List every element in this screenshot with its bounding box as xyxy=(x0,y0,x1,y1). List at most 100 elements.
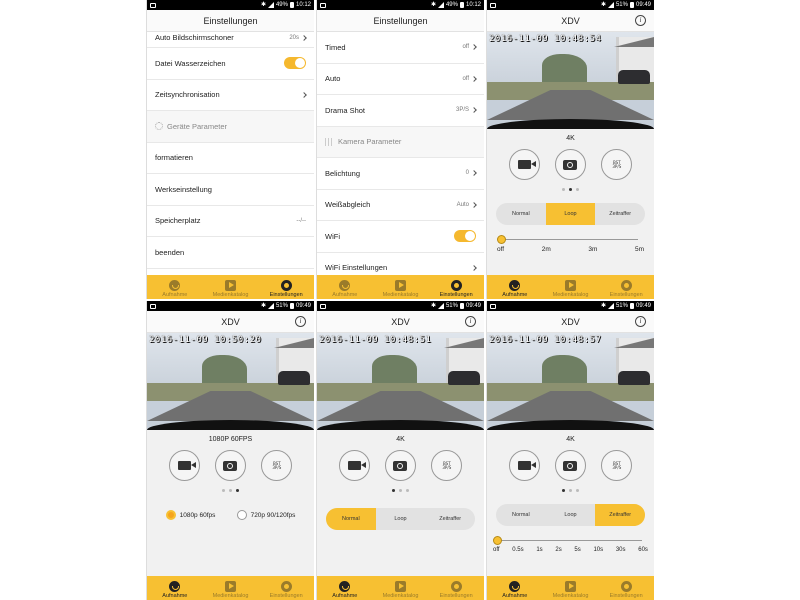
tab-label: Aufnahme xyxy=(332,593,358,599)
wifi-toggle[interactable] xyxy=(454,230,476,243)
slider-track xyxy=(497,540,642,541)
page-dot-active[interactable] xyxy=(569,188,572,191)
page-dot[interactable] xyxy=(222,489,225,492)
settings-list: Auto Bildschirmschoner 20s Datei Wasserz… xyxy=(147,32,314,275)
tab-media[interactable]: Medienkatalog xyxy=(203,275,259,299)
slider-label: off xyxy=(497,246,505,253)
tab-record[interactable]: Aufnahme xyxy=(147,576,203,600)
setting-label: formatieren xyxy=(155,153,193,163)
status-bar: ✱ 51% 09:49 xyxy=(487,301,654,311)
tab-record[interactable]: Aufnahme xyxy=(487,576,543,600)
video-record-button[interactable] xyxy=(168,450,200,481)
setting-white-balance[interactable]: Weißabgleich Auto xyxy=(317,189,484,221)
page-dot-active[interactable] xyxy=(392,489,395,492)
setting-label: Auto Bildschirmschoner xyxy=(155,33,234,42)
photo-button[interactable] xyxy=(554,149,586,180)
loop-duration-slider[interactable]: off 2m 3m 5m xyxy=(497,235,644,255)
photo-button[interactable] xyxy=(384,450,416,481)
signal-icon xyxy=(267,2,274,8)
tab-settings[interactable]: Einstellungen xyxy=(428,275,484,299)
page-dot[interactable] xyxy=(576,489,579,492)
tab-settings[interactable]: Einstellungen xyxy=(428,576,484,600)
photo-button[interactable] xyxy=(214,450,246,481)
mode-loop[interactable]: Loop xyxy=(546,504,596,526)
fps-option-720p[interactable]: 720p 90/120fps xyxy=(236,510,295,520)
tab-media[interactable]: Medienkatalog xyxy=(543,576,599,600)
tab-record[interactable]: Aufnahme xyxy=(317,275,373,299)
watermark-toggle[interactable] xyxy=(284,57,306,70)
tab-settings[interactable]: Einstellungen xyxy=(258,275,314,299)
video-record-button[interactable] xyxy=(508,149,540,180)
timelapse-interval-slider[interactable]: off 0.5s 1s 2s 5s 10s 30s 60s xyxy=(493,536,648,556)
mode-loop[interactable]: Loop xyxy=(545,203,596,225)
video-record-button[interactable] xyxy=(338,450,370,481)
bluetooth-icon: ✱ xyxy=(430,303,436,309)
info-icon[interactable]: i xyxy=(635,316,646,327)
preview-car xyxy=(618,371,650,385)
radio-label: 1080p 60fps xyxy=(179,511,216,519)
tab-settings[interactable]: Einstellungen xyxy=(258,576,314,600)
setting-time-sync[interactable]: Zeitsynchronisation xyxy=(147,79,314,111)
video-record-button[interactable] xyxy=(508,450,540,481)
setting-quit[interactable]: beenden xyxy=(147,237,314,269)
capture-buttons: BST 3P/S xyxy=(147,450,314,481)
page-dot-active[interactable] xyxy=(562,489,565,492)
burst-button[interactable]: BST 3P/S xyxy=(601,450,633,481)
tab-media[interactable]: Medienkatalog xyxy=(203,576,259,600)
slider-label: 1s xyxy=(536,547,543,553)
camera-screen-loop: ✱ 51% 09:49 XDV i 2016-11-09 10:48:54 4K … xyxy=(486,0,654,299)
setting-wifi-settings[interactable]: WiFi Einstellungen xyxy=(317,252,484,275)
mode-normal[interactable]: Normal xyxy=(496,504,546,526)
tab-settings[interactable]: Einstellungen xyxy=(598,275,654,299)
status-bar: ✱ 49% 10:12 xyxy=(147,0,314,10)
tab-media[interactable]: Medienkatalog xyxy=(543,275,599,299)
burst-button[interactable]: BST 3P/S xyxy=(431,450,463,481)
info-icon[interactable]: i xyxy=(465,316,476,327)
mode-normal[interactable]: Normal xyxy=(326,508,376,530)
setting-factory-reset[interactable]: Werkseinstellung xyxy=(147,174,314,206)
setting-timed[interactable]: Timed off xyxy=(317,32,484,64)
setting-drama-shot[interactable]: Drama Shot 3P/S xyxy=(317,95,484,127)
mode-normal[interactable]: Normal xyxy=(496,203,546,225)
page-dot-active[interactable] xyxy=(236,489,239,492)
tab-record[interactable]: Aufnahme xyxy=(317,576,373,600)
chevron-right-icon xyxy=(471,107,477,114)
slider-label: 60s xyxy=(638,547,648,553)
page-dot[interactable] xyxy=(576,188,579,191)
mode-timelapse[interactable]: Zeitraffer xyxy=(595,504,645,526)
page-dot[interactable] xyxy=(406,489,409,492)
gallery-notification-icon xyxy=(490,2,496,8)
burst-button[interactable]: BST 3P/S xyxy=(601,149,633,180)
setting-label: Werkseinstellung xyxy=(155,184,212,194)
setting-auto-screensaver[interactable]: Auto Bildschirmschoner 20s xyxy=(147,32,314,48)
slider-handle[interactable] xyxy=(493,536,502,545)
setting-auto[interactable]: Auto off xyxy=(317,63,484,95)
tab-media[interactable]: Medienkatalog xyxy=(373,576,429,600)
tab-media[interactable]: Medienkatalog xyxy=(373,275,429,299)
camera-screen-timelapse: ✱ 51% 09:49 XDV i 2016-11-09 10:48:57 4K … xyxy=(486,301,654,600)
setting-format[interactable]: formatieren xyxy=(147,142,314,174)
tab-settings[interactable]: Einstellungen xyxy=(598,576,654,600)
burst-button[interactable]: BST 3P/S xyxy=(261,450,293,481)
mode-timelapse[interactable]: Zeitraffer xyxy=(595,203,645,225)
page-dot[interactable] xyxy=(562,188,565,191)
tab-record[interactable]: Aufnahme xyxy=(487,275,543,299)
page-dot[interactable] xyxy=(569,489,572,492)
timed-value: off xyxy=(462,44,469,51)
bluetooth-icon: ✱ xyxy=(430,2,436,8)
tab-label: Medienkatalog xyxy=(552,593,589,599)
slider-handle[interactable] xyxy=(497,235,506,244)
info-icon[interactable]: i xyxy=(635,15,646,26)
mode-loop[interactable]: Loop xyxy=(376,508,426,530)
tab-label: Aufnahme xyxy=(162,593,188,599)
info-icon[interactable]: i xyxy=(295,316,306,327)
setting-exposure[interactable]: Belichtung 0 xyxy=(317,158,484,190)
tab-label: Medienkatalog xyxy=(212,292,249,298)
photo-button[interactable] xyxy=(554,450,586,481)
battery-icon xyxy=(289,303,294,309)
mode-timelapse[interactable]: Zeitraffer xyxy=(425,508,475,530)
page-dot[interactable] xyxy=(229,489,232,492)
page-dot[interactable] xyxy=(399,489,402,492)
tab-record[interactable]: Aufnahme xyxy=(147,275,203,299)
fps-option-1080p[interactable]: 1080p 60fps xyxy=(165,510,216,520)
